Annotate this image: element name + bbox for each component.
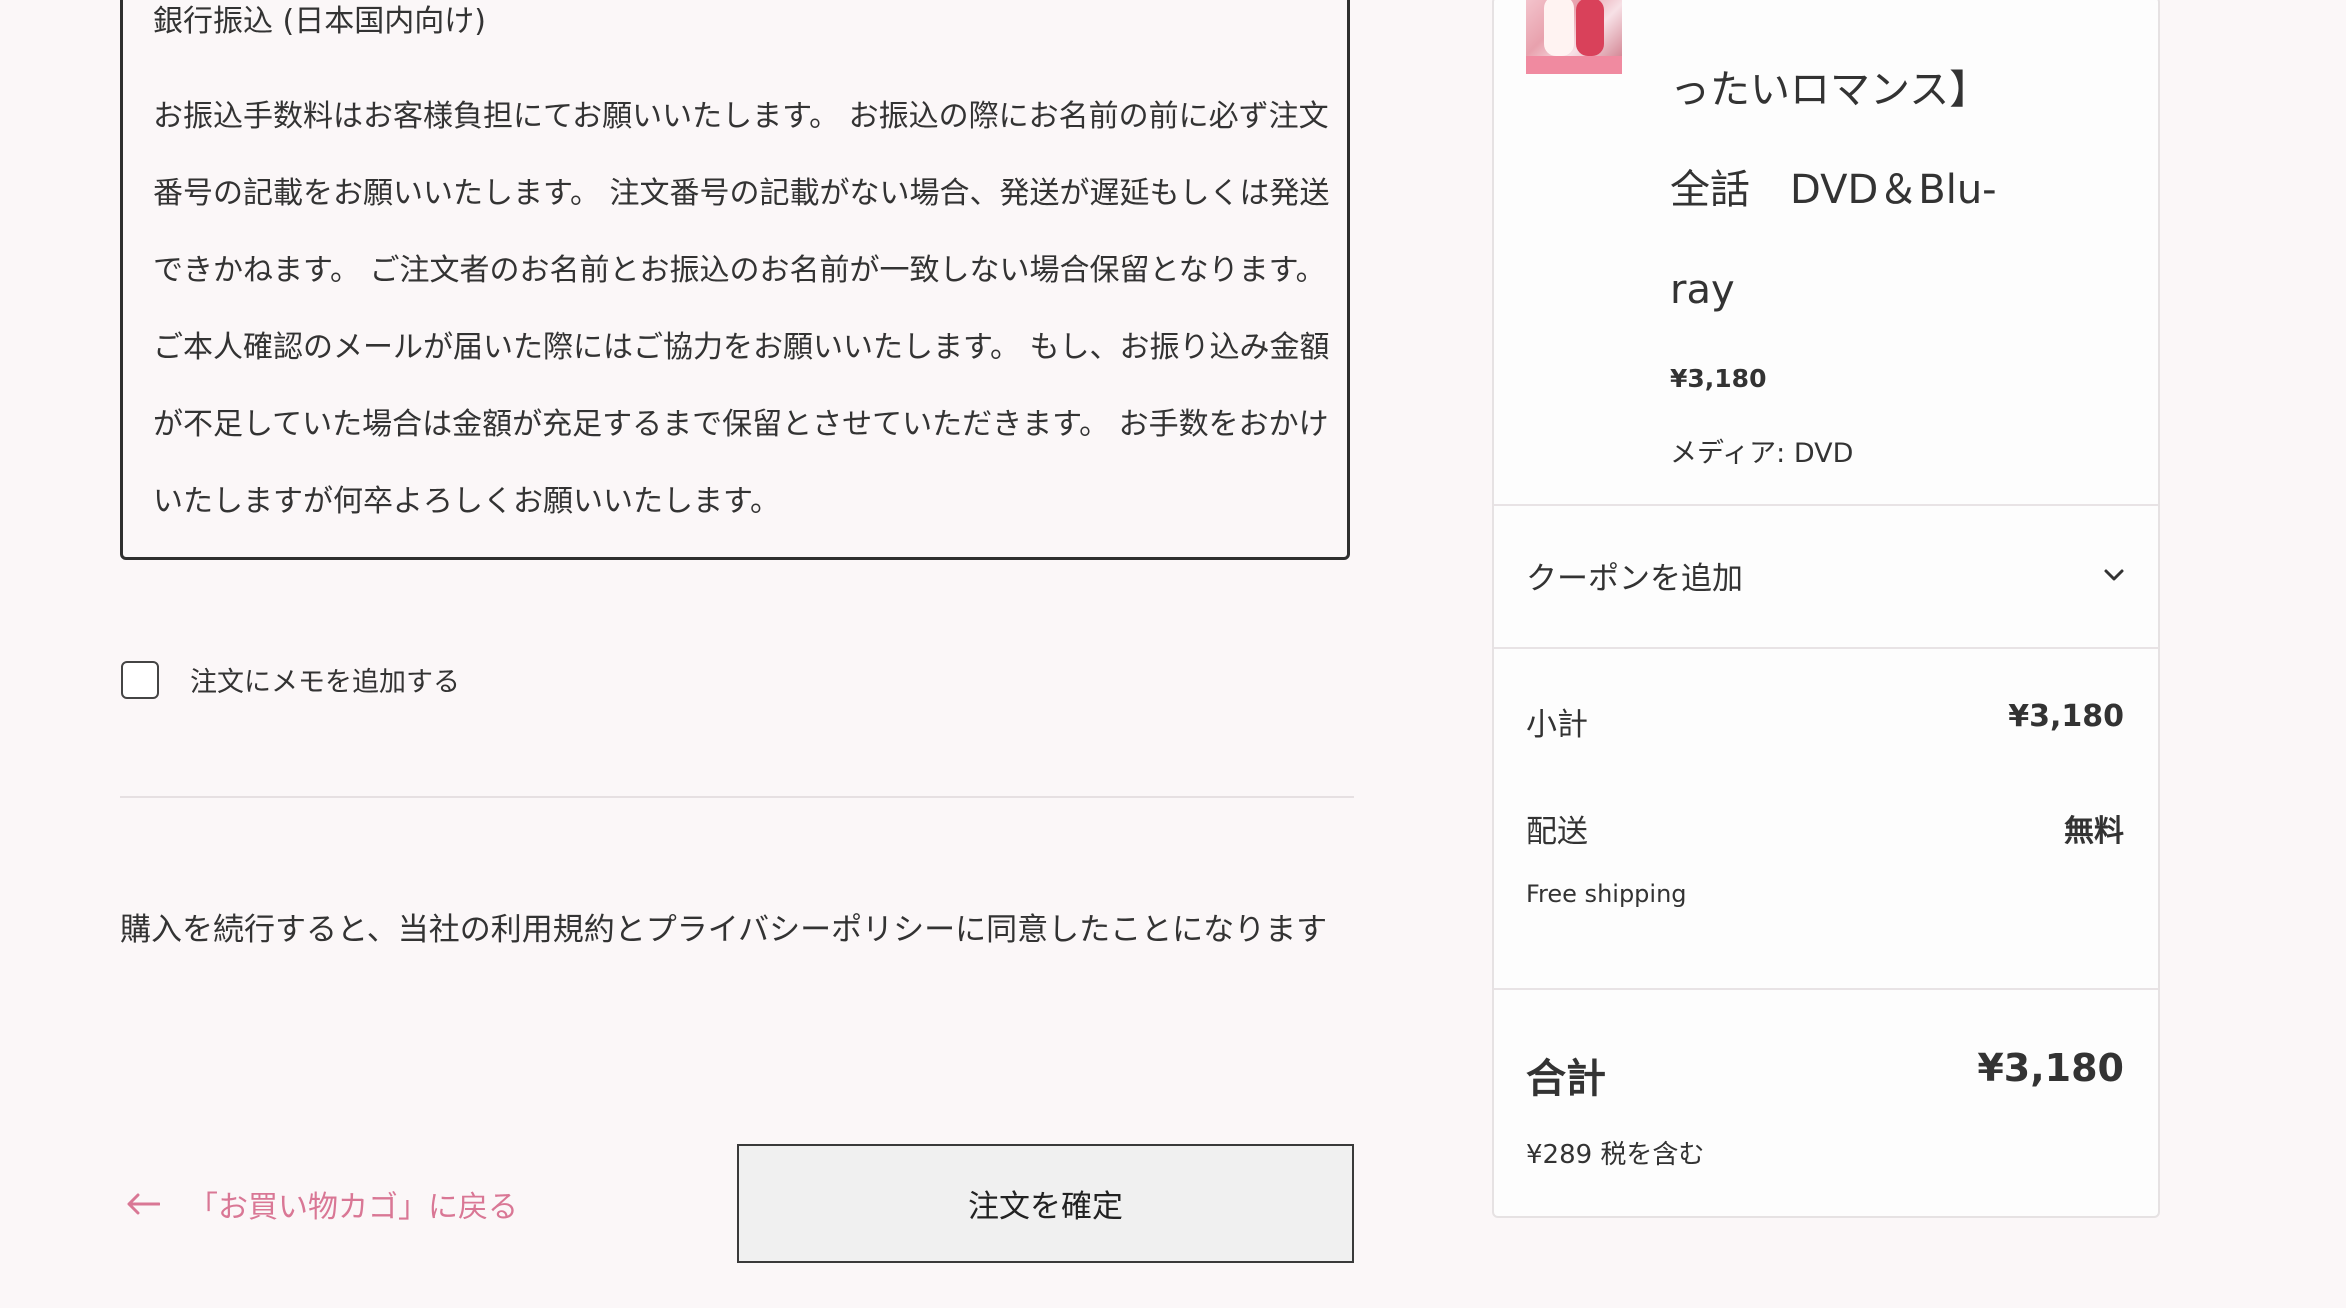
memo-checkbox-label[interactable]: 注文にメモを追加する [190, 660, 460, 699]
divider [120, 796, 1354, 798]
total-value: ¥3,180 [1977, 1046, 2124, 1090]
product-price: ¥3,180 [1670, 364, 1767, 393]
product-title-line: ったいロマンス】 [1670, 67, 1990, 113]
subtotal-label: 小計 [1526, 707, 1588, 743]
confirm-order-button[interactable]: 注文を確定 [737, 1144, 1354, 1263]
tax-note: ¥289 税を含む [1526, 1140, 1705, 1170]
shipping-method: Free shipping [1526, 880, 1687, 908]
back-to-cart-label: 「お買い物カゴ」に戻る [188, 1190, 518, 1225]
divider [1494, 504, 2158, 506]
product-title-line: ray [1670, 267, 1735, 313]
divider [1494, 988, 2158, 990]
confirm-order-label: 注文を確定 [968, 1189, 1123, 1225]
add-coupon-label: クーポンを追加 [1526, 560, 1743, 597]
product-thumbnail [1526, 0, 1622, 74]
terms-notice: 購入を続行すると、当社の利用規約とプライバシーポリシーに同意したことになります [120, 912, 1328, 948]
product-media-label: メディア: [1670, 438, 1786, 469]
shipping-value: 無料 [2064, 814, 2124, 849]
product-media: メディア: DVD [1670, 431, 1853, 470]
shipping-label: 配送 [1526, 814, 1588, 850]
payment-method-title: 銀行振込 (日本国内向け) [153, 4, 486, 39]
total-label: 合計 [1526, 1056, 1606, 1102]
product-title-line: 全話 DVD＆Blu- [1670, 167, 1997, 213]
arrow-left-icon [127, 1193, 160, 1215]
memo-checkbox[interactable] [121, 661, 159, 699]
subtotal-value: ¥3,180 [2008, 699, 2124, 734]
divider [1494, 647, 2158, 649]
chevron-down-icon [2104, 569, 2124, 581]
payment-method-description: お振込手数料はお客様負担にてお願いいたします。 お振込の際にお名前の前に必ず注文… [153, 99, 1330, 519]
product-title: ったいロマンス】 全話 DVD＆Blu- ray [1670, 40, 2090, 340]
add-coupon-toggle[interactable]: クーポンを追加 [1526, 550, 2126, 600]
product-media-value: DVD [1793, 438, 1854, 469]
back-to-cart-link[interactable]: 「お買い物カゴ」に戻る [126, 1182, 518, 1226]
